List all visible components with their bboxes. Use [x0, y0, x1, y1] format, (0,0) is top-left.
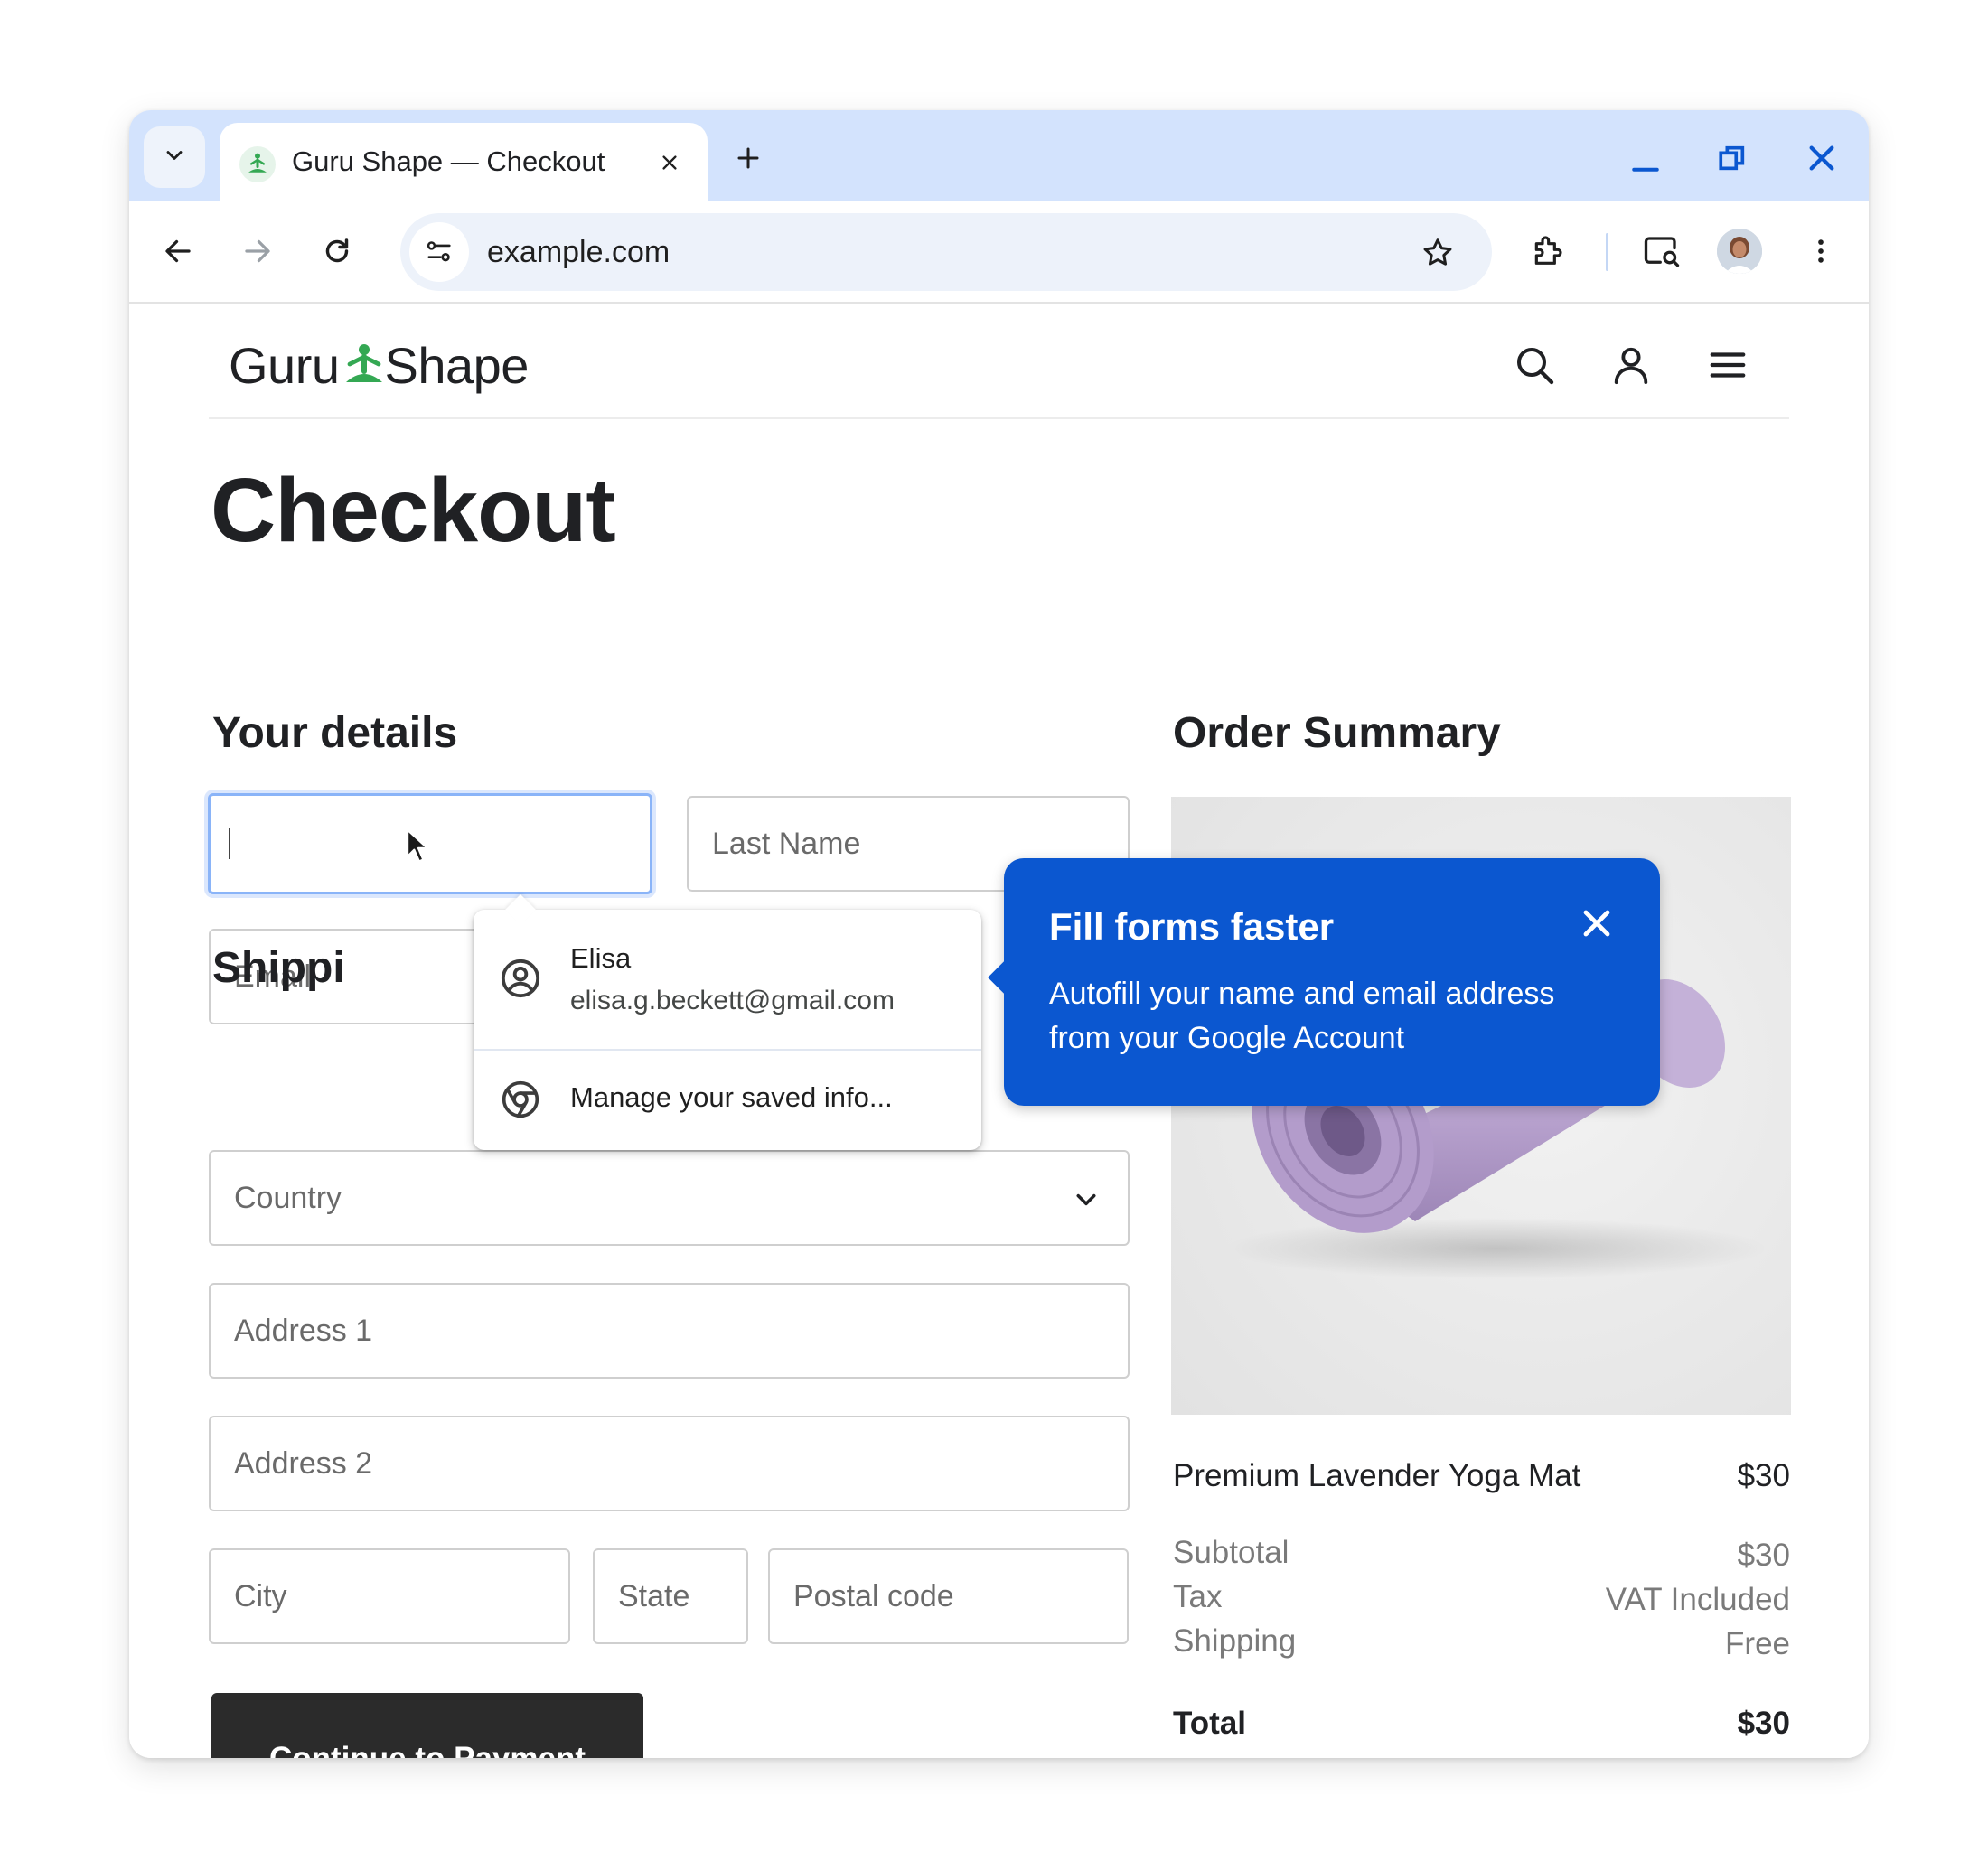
reload-button[interactable]: [308, 222, 366, 280]
toolbar-divider: [1606, 233, 1608, 271]
order-summary-heading: Order Summary: [1173, 709, 1501, 757]
promo-close-button[interactable]: [1573, 900, 1620, 947]
address2-input[interactable]: Address 2: [209, 1416, 1130, 1511]
tab-title: Guru Shape — Checkout: [292, 145, 605, 177]
subtotal-value: $30: [1737, 1538, 1790, 1573]
profile-avatar[interactable]: [1717, 229, 1762, 274]
site-info-icon[interactable]: [409, 222, 469, 282]
address-bar[interactable]: example.com: [400, 213, 1492, 291]
product-name: Premium Lavender Yoga Mat: [1173, 1458, 1581, 1493]
minimize-button[interactable]: [1616, 128, 1675, 188]
total-label: Total: [1173, 1706, 1247, 1741]
tax-label: Tax: [1173, 1579, 1223, 1614]
url-text: example.com: [487, 235, 670, 269]
city-input[interactable]: City: [209, 1548, 570, 1644]
address2-placeholder: Address 2: [234, 1445, 373, 1481]
tab-search-button[interactable]: [144, 126, 205, 188]
account-circle-icon: [499, 957, 542, 1000]
close-window-button[interactable]: [1792, 128, 1852, 188]
country-placeholder: Country: [234, 1180, 342, 1215]
address1-input[interactable]: Address 1: [209, 1283, 1130, 1379]
new-tab-button[interactable]: [726, 136, 771, 181]
postal-code-placeholder: Postal code: [793, 1578, 954, 1613]
last-name-placeholder: Last Name: [712, 826, 861, 861]
logo-text-right: Shape: [384, 337, 530, 394]
page-title: Checkout: [211, 460, 616, 561]
continue-to-payment-button[interactable]: Continue to Payment: [211, 1693, 643, 1758]
back-button[interactable]: [149, 222, 207, 280]
chrome-icon: [499, 1078, 542, 1121]
logo-text-left: Guru: [229, 337, 340, 394]
your-details-heading: Your details: [212, 709, 458, 757]
subtotal-label: Subtotal: [1173, 1535, 1289, 1570]
header-divider: [209, 417, 1789, 419]
bookmark-star-icon[interactable]: [1414, 229, 1461, 276]
favicon-icon: [239, 146, 276, 182]
autofill-suggestion-profile[interactable]: Elisa elisa.g.beckett@gmail.com: [474, 910, 981, 1047]
autofill-profile-name: Elisa: [570, 942, 632, 974]
manage-saved-info-label: Manage your saved info...: [570, 1081, 893, 1113]
extensions-icon[interactable]: [1518, 222, 1576, 280]
tab-close-button[interactable]: [648, 141, 691, 184]
first-name-input[interactable]: [208, 793, 652, 894]
text-caret: [229, 828, 230, 859]
autofill-dropdown: Elisa elisa.g.beckett@gmail.com Manage y…: [474, 894, 981, 1150]
promo-body: Autofill your name and email address fro…: [1049, 977, 1555, 1055]
product-price: $30: [1737, 1458, 1790, 1493]
fill-forms-promo-bubble: Fill forms faster Autofill your name and…: [988, 858, 1660, 1106]
restore-button[interactable]: [1702, 128, 1762, 188]
search-icon[interactable]: [1507, 338, 1561, 392]
browser-window: Guru Shape — Checkout example.com Guru S…: [129, 110, 1869, 1758]
state-input[interactable]: State: [593, 1548, 748, 1644]
postal-code-input[interactable]: Postal code: [768, 1548, 1129, 1644]
tax-value: VAT Included: [1605, 1582, 1790, 1617]
more-menu-icon[interactable]: [1792, 222, 1850, 280]
address1-placeholder: Address 1: [234, 1313, 373, 1348]
site-logo[interactable]: Guru Shape: [229, 336, 529, 395]
forward-button[interactable]: [229, 222, 286, 280]
shipping-value: Free: [1725, 1626, 1790, 1661]
autofill-profile-email: elisa.g.beckett@gmail.com: [570, 986, 895, 1015]
tab-strip: Guru Shape — Checkout: [129, 110, 1869, 201]
lens-search-icon[interactable]: [1633, 222, 1691, 280]
browser-toolbar: example.com: [129, 201, 1869, 304]
tab-checkout[interactable]: Guru Shape — Checkout: [220, 123, 708, 201]
logo-figure-icon: [342, 341, 387, 391]
country-select[interactable]: Country: [209, 1150, 1130, 1246]
chevron-down-icon: [162, 143, 187, 173]
hamburger-menu-icon[interactable]: [1701, 338, 1755, 392]
account-icon[interactable]: [1604, 338, 1658, 392]
total-value: $30: [1737, 1706, 1790, 1741]
mouse-cursor-icon: [407, 828, 428, 863]
state-placeholder: State: [618, 1578, 690, 1613]
shipping-heading: Shippi: [212, 944, 345, 992]
promo-title: Fill forms faster: [1049, 905, 1335, 948]
city-placeholder: City: [234, 1578, 287, 1613]
shipping-label: Shipping: [1173, 1623, 1297, 1659]
manage-saved-info-item[interactable]: Manage your saved info...: [474, 1051, 981, 1150]
chevron-down-icon: [1072, 1185, 1101, 1214]
